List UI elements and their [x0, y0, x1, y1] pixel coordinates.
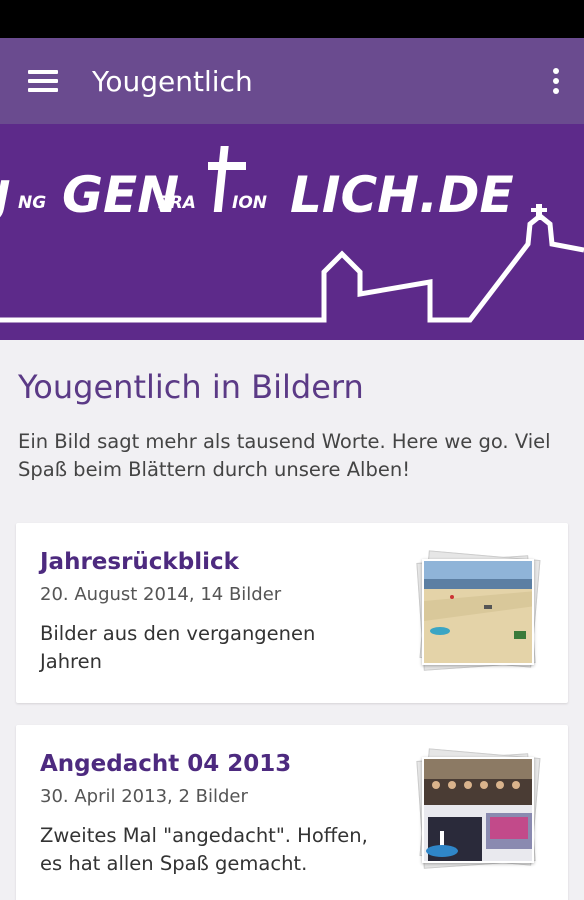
album-thumbnail [416, 748, 541, 871]
album-title: Jahresrückblick [40, 549, 239, 575]
album-description: Bilder aus den vergangenen Jahren [40, 622, 316, 673]
album-meta: 30. April 2013, 2 Bilder [40, 786, 248, 807]
album-thumbnail [416, 550, 541, 673]
svg-text:NG: NG [18, 193, 46, 213]
hamburger-icon [28, 70, 58, 92]
svg-text:ERA: ERA [158, 193, 196, 213]
more-vert-icon [553, 68, 559, 94]
svg-text:J: J [0, 172, 10, 223]
album-description: Zweites Mal "angedacht". Hoffen, es hat … [40, 824, 368, 875]
banner-logo: J NG GEN ERA ION LICH.DE [0, 146, 584, 323]
group-photo-icon [422, 757, 534, 863]
album-meta: 20. August 2014, 14 Bilder [40, 584, 282, 605]
section-description: Ein Bild sagt mehr als tausend Worte. He… [18, 430, 551, 481]
svg-text:ION: ION [232, 193, 267, 213]
overflow-menu-button[interactable] [528, 38, 584, 124]
status-bar [0, 0, 584, 38]
menu-button[interactable] [0, 38, 86, 124]
album-card[interactable]: Jahresrückblick 20. August 2014, 14 Bild… [16, 523, 568, 703]
album-card[interactable]: Angedacht 04 2013 30. April 2013, 2 Bild… [16, 725, 568, 900]
section-title: Yougentlich in Bildern [18, 368, 364, 406]
album-title: Angedacht 04 2013 [40, 751, 292, 777]
app-title: Yougentlich [92, 64, 253, 98]
app-bar: Yougentlich [0, 38, 584, 124]
beach-photo-icon [422, 559, 534, 665]
header-banner: J NG GEN ERA ION LICH.DE [0, 124, 584, 340]
svg-text:LICH.DE: LICH.DE [290, 166, 514, 224]
